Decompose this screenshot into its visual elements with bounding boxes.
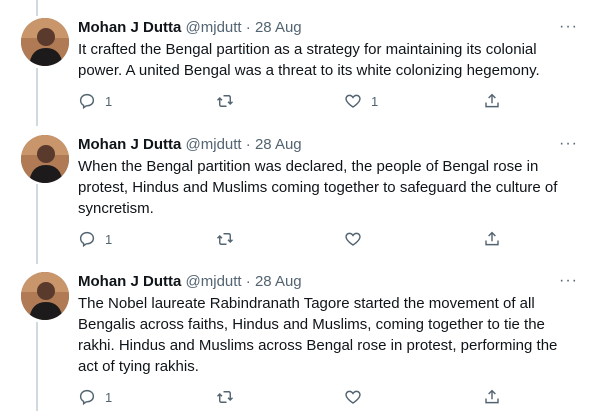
retweet-button[interactable] bbox=[216, 91, 243, 111]
more-icon[interactable]: ··· bbox=[559, 273, 578, 289]
avatar[interactable] bbox=[21, 272, 69, 320]
tweet[interactable]: Mohan J Dutta @mjdutt · 28 Aug It crafte… bbox=[0, 18, 590, 118]
reply-count: 1 bbox=[105, 93, 113, 109]
separator: · bbox=[245, 136, 251, 153]
share-icon bbox=[485, 93, 499, 108]
tweet[interactable]: Mohan J Dutta @mjdutt · 28 Aug The Nobel… bbox=[0, 272, 590, 411]
retweet-button[interactable] bbox=[216, 229, 243, 249]
reply-button[interactable]: 1 bbox=[78, 229, 112, 249]
tweet-header: Mohan J Dutta @mjdutt · 28 Aug bbox=[78, 18, 578, 38]
tweet-date[interactable]: 28 Aug bbox=[255, 136, 302, 153]
avatar[interactable] bbox=[21, 135, 69, 183]
separator: · bbox=[245, 19, 251, 36]
like-button[interactable] bbox=[344, 387, 371, 407]
like-count: 1 bbox=[371, 93, 379, 109]
author-name[interactable]: Mohan J Dutta bbox=[78, 136, 181, 153]
retweet-button[interactable] bbox=[216, 387, 243, 407]
tweet-header: Mohan J Dutta @mjdutt · 28 Aug bbox=[78, 272, 578, 292]
more-icon[interactable]: ··· bbox=[559, 136, 578, 152]
share-button[interactable] bbox=[483, 91, 501, 111]
like-icon bbox=[345, 232, 361, 246]
author-name[interactable]: Mohan J Dutta bbox=[78, 273, 181, 290]
reply-icon bbox=[79, 93, 95, 110]
like-icon bbox=[345, 390, 361, 404]
reply-button[interactable]: 1 bbox=[78, 387, 112, 407]
tweet-date[interactable]: 28 Aug bbox=[255, 19, 302, 36]
tweet-actions: 1 bbox=[78, 229, 508, 249]
share-icon bbox=[485, 389, 499, 404]
author-handle[interactable]: @mjdutt bbox=[186, 19, 242, 36]
tweet-date[interactable]: 28 Aug bbox=[255, 273, 302, 290]
reply-button[interactable]: 1 bbox=[78, 91, 112, 111]
share-icon bbox=[485, 231, 499, 246]
share-button[interactable] bbox=[483, 229, 501, 249]
retweet-icon bbox=[216, 233, 234, 245]
tweet[interactable]: Mohan J Dutta @mjdutt · 28 Aug When the … bbox=[0, 135, 590, 255]
reply-icon bbox=[79, 389, 95, 406]
author-handle[interactable]: @mjdutt bbox=[186, 136, 242, 153]
tweet-text: It crafted the Bengal partition as a str… bbox=[78, 41, 540, 79]
thread-line bbox=[36, 0, 38, 16]
reply-icon bbox=[79, 231, 95, 248]
tweet-header: Mohan J Dutta @mjdutt · 28 Aug bbox=[78, 135, 578, 155]
tweet-text: The Nobel laureate Rabindranath Tagore s… bbox=[78, 295, 558, 375]
retweet-icon bbox=[216, 391, 234, 403]
reply-count: 1 bbox=[105, 389, 113, 405]
share-button[interactable] bbox=[483, 387, 501, 407]
like-icon bbox=[345, 94, 361, 108]
like-button[interactable] bbox=[344, 229, 371, 249]
author-handle[interactable]: @mjdutt bbox=[186, 273, 242, 290]
more-icon[interactable]: ··· bbox=[559, 19, 578, 35]
separator: · bbox=[245, 273, 251, 290]
retweet-icon bbox=[216, 95, 234, 107]
avatar[interactable] bbox=[21, 18, 69, 66]
like-button[interactable]: 1 bbox=[344, 91, 378, 111]
author-name[interactable]: Mohan J Dutta bbox=[78, 19, 181, 36]
tweet-actions: 1 1 bbox=[78, 91, 508, 111]
tweet-text: When the Bengal partition was declared, … bbox=[78, 158, 558, 217]
reply-count: 1 bbox=[105, 231, 113, 247]
tweet-actions: 1 bbox=[78, 387, 508, 407]
